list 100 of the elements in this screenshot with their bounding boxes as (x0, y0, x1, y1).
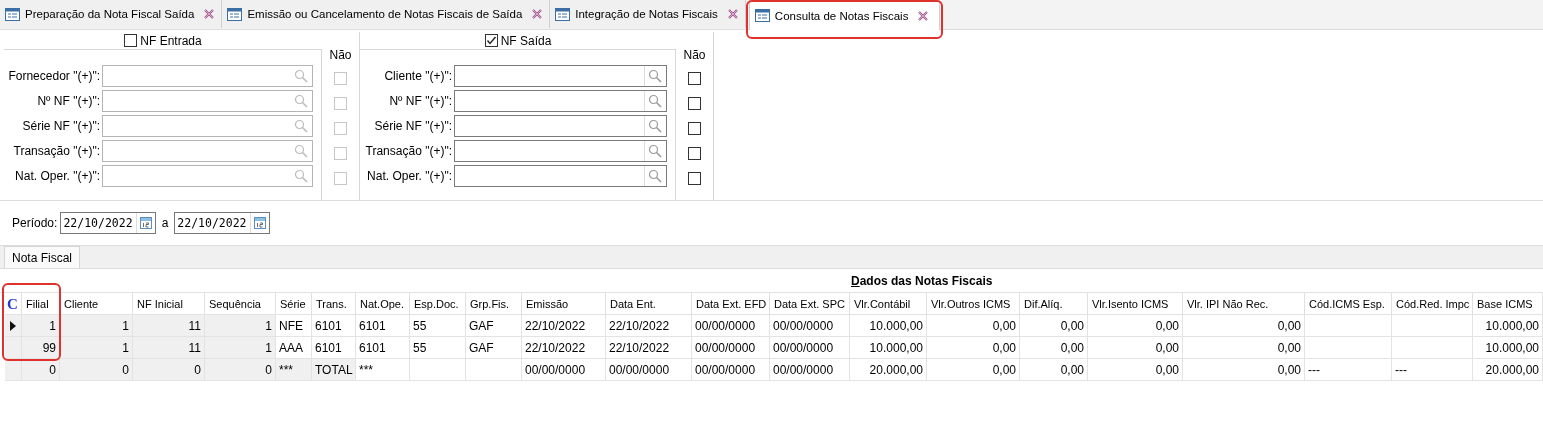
lookup-field[interactable] (102, 90, 313, 112)
table-cell: 1 (60, 337, 133, 359)
lookup-field[interactable] (102, 165, 313, 187)
table-cell: 1 (205, 315, 276, 337)
checkbox[interactable] (484, 34, 498, 47)
table-cell: 0 (133, 359, 205, 381)
field-label: Série NF "(+)": (373, 119, 452, 133)
lookup-field[interactable] (102, 115, 313, 137)
table-cell: *** (356, 359, 410, 381)
close-icon (531, 8, 544, 20)
table-cell: 22/10/2022 (606, 315, 692, 337)
row-pointer-icon (9, 320, 17, 331)
table-cell: 10.000,00 (1473, 315, 1543, 337)
column-header[interactable]: Cód.ICMS Esp. (1305, 293, 1392, 315)
column-header[interactable]: Esp.Doc. (410, 293, 466, 315)
search-icon (648, 119, 662, 133)
checkbox[interactable] (688, 71, 701, 85)
empty-cell (410, 359, 466, 381)
column-header[interactable]: Trans. (312, 293, 356, 315)
column-header[interactable]: Data Ext. EFD (692, 293, 770, 315)
table-cell: 20.000,00 (850, 359, 927, 381)
checkbox-label: NF Saída (500, 33, 552, 48)
table-cell: 00/00/0000 (770, 337, 850, 359)
table-cell: 0,00 (1183, 337, 1305, 359)
table-cell: 55 (410, 337, 466, 359)
table-cell: 22/10/2022 (522, 337, 606, 359)
window-icon (555, 7, 571, 21)
checkbox[interactable] (124, 34, 138, 47)
lookup-field[interactable] (454, 140, 667, 162)
column-header[interactable]: Vlr.Outros ICMS (927, 293, 1020, 315)
close-icon (726, 8, 739, 20)
tab[interactable]: Nota Fiscal (4, 246, 81, 268)
table-cell: 6101 (356, 315, 410, 337)
column-header[interactable]: Data Ext. SPC (770, 293, 850, 315)
table-cell: 6101 (356, 337, 410, 359)
table-cell: 1 (22, 315, 60, 337)
lookup-field[interactable] (102, 140, 313, 162)
column-header[interactable]: Emissão (522, 293, 606, 315)
search-icon (648, 144, 662, 158)
range-separator: a (161, 216, 169, 230)
lookup-field[interactable] (454, 115, 667, 137)
field-label: Cliente "(+)": (383, 69, 452, 83)
column-chooser[interactable]: C (5, 293, 22, 315)
table-cell: 6101 (312, 315, 356, 337)
column-header[interactable]: Série (276, 293, 312, 315)
column-header[interactable]: Nat.Ope. (356, 293, 410, 315)
lookup-field[interactable] (454, 65, 667, 87)
lookup-field[interactable] (454, 90, 667, 112)
column-header[interactable]: Base ICMS (1473, 293, 1543, 315)
column-header[interactable]: NF Inicial (133, 293, 205, 315)
window-icon (754, 9, 770, 22)
lookup-field[interactable] (102, 65, 313, 87)
table-cell: 20.000,00 (1473, 359, 1543, 381)
table-cell: 00/00/0000 (522, 359, 606, 381)
calendar-icon (253, 217, 266, 229)
table-cell: NFE (276, 315, 312, 337)
field-label: Transação "(+)": (12, 144, 100, 158)
window-icon (227, 7, 243, 21)
close-icon (917, 9, 930, 22)
tab[interactable]: Consulta de Notas Fiscais (748, 0, 941, 30)
column-header[interactable]: Cód.Red. Impc (1392, 293, 1473, 315)
column-header[interactable]: Vlr. IPI Não Rec. (1183, 293, 1305, 315)
table-cell: 0,00 (1183, 315, 1305, 337)
table-cell: 0,00 (927, 337, 1020, 359)
table-cell: --- (1305, 359, 1392, 381)
table-cell: --- (1392, 359, 1473, 381)
column-header[interactable]: Data Ent. (606, 293, 692, 315)
table-cell: *** (276, 359, 312, 381)
checkbox[interactable] (688, 96, 701, 110)
table-cell: 00/00/0000 (770, 315, 850, 337)
date-field[interactable]: 22/10/2022 (60, 212, 156, 234)
column-header[interactable]: Grp.Fis. (466, 293, 522, 315)
lookup-field[interactable] (454, 165, 667, 187)
column-header[interactable]: Dif.Alíq. (1020, 293, 1088, 315)
column-header[interactable]: Sequência (205, 293, 276, 315)
column-header[interactable]: Vlr.Contábil (850, 293, 927, 315)
search-icon (294, 169, 308, 183)
table-cell: 0,00 (1020, 359, 1088, 381)
table-cell: 0 (60, 359, 133, 381)
field-label: Série NF "(+)": (21, 119, 100, 133)
field-label: Fornecedor "(+)": (8, 69, 100, 83)
row-header[interactable] (5, 315, 22, 337)
table-cell: 0,00 (927, 315, 1020, 337)
table-cell: 22/10/2022 (606, 337, 692, 359)
table-cell: 00/00/0000 (692, 359, 770, 381)
column-header[interactable]: Cliente (60, 293, 133, 315)
date-field[interactable]: 22/10/2022 (174, 212, 270, 234)
checkbox[interactable] (688, 171, 701, 185)
table-cell: TOTAL (312, 359, 356, 381)
table-cell: 0,00 (1088, 315, 1183, 337)
table-cell: 0,00 (1020, 337, 1088, 359)
search-icon (294, 69, 308, 83)
search-icon (294, 94, 308, 108)
window-icon (5, 7, 20, 21)
column-label: Não (683, 47, 706, 63)
column-header[interactable]: Vlr.Isento ICMS (1088, 293, 1183, 315)
checkbox[interactable] (688, 146, 701, 160)
table-cell: 0,00 (1020, 315, 1088, 337)
checkbox[interactable] (688, 121, 701, 135)
table-cell: 10.000,00 (850, 337, 927, 359)
